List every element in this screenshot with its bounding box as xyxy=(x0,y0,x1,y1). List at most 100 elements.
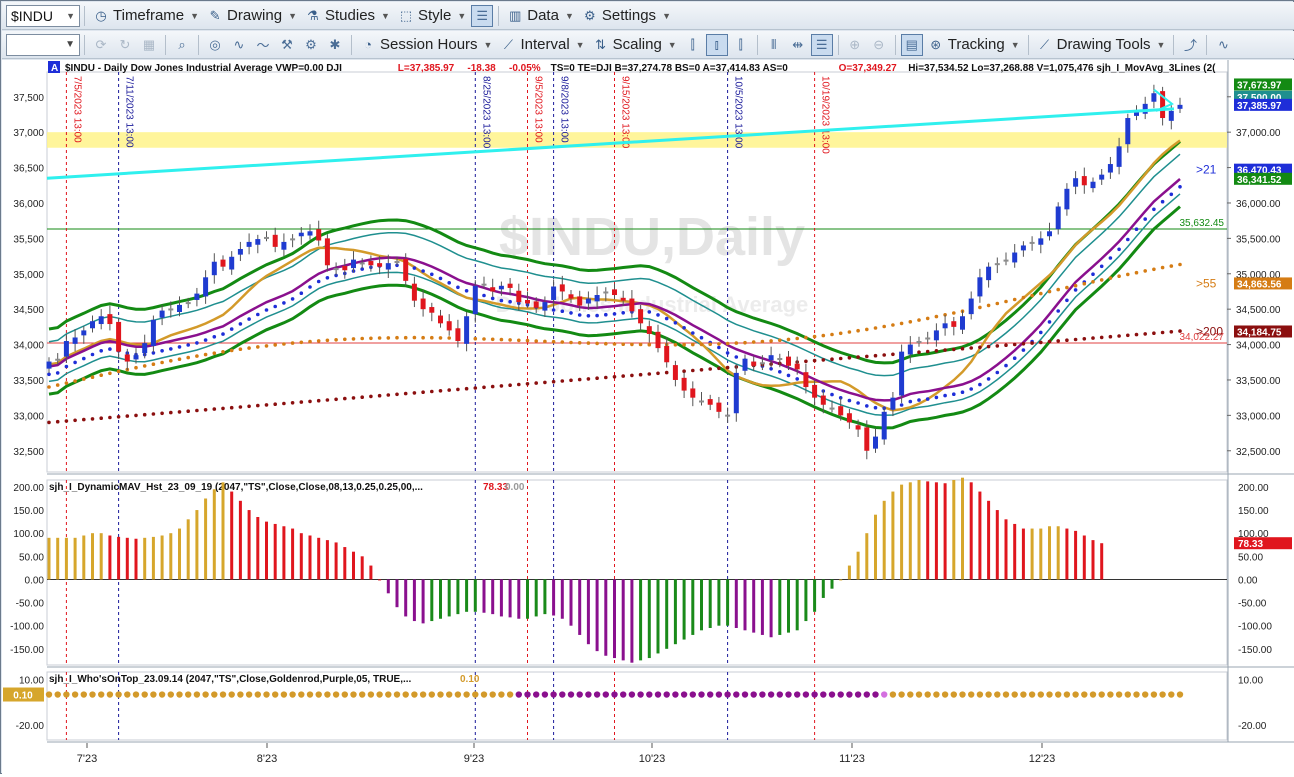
candle-body xyxy=(1090,181,1096,189)
whos-on-top-dot xyxy=(941,691,949,698)
ma200-dot xyxy=(586,377,591,381)
trendline-icon[interactable]: ⤴ xyxy=(1179,34,1201,56)
compass-icon[interactable]: ◎ xyxy=(204,34,226,56)
ma200-dot xyxy=(421,390,425,395)
ma200-dot xyxy=(316,398,321,403)
candle-body xyxy=(290,238,296,241)
tools-icon[interactable]: ⚒ xyxy=(276,34,298,56)
whos-on-top-dot xyxy=(907,691,914,698)
format-icon[interactable]: ⚙ xyxy=(300,34,322,56)
layout-icon[interactable]: ☰ xyxy=(810,33,833,56)
candle-body xyxy=(1003,259,1009,262)
ma200-dot xyxy=(212,407,217,411)
ma55-dot xyxy=(334,338,338,342)
candle-body xyxy=(403,258,409,281)
bar-chart-icon[interactable]: ⫿ xyxy=(682,34,704,56)
data-window-icon[interactable]: ▤ xyxy=(900,33,923,56)
chart-area[interactable]: $INDU,Daily Dow Jones Industrial Average 3… xyxy=(2,60,1294,774)
interval-menu[interactable]: ⟋ Interval ▼ xyxy=(496,33,588,57)
symbol-text: $INDU xyxy=(11,7,54,24)
bars-icon[interactable]: ⦀ xyxy=(763,34,785,56)
ma200-dot xyxy=(1056,339,1060,343)
ma21-dot xyxy=(499,298,504,303)
candle-body xyxy=(855,425,861,430)
candle-body xyxy=(681,377,687,391)
studies-menu[interactable]: ⚗ Studies ▼ xyxy=(301,4,394,28)
axis-value-label: 34,863.56 xyxy=(1237,279,1282,290)
scaling-menu[interactable]: ⇅ Scaling ▼ xyxy=(589,33,681,57)
data-menu[interactable]: ▥ Data ▼ xyxy=(503,4,578,28)
hist-tick: 50.00 xyxy=(1238,552,1263,563)
whos-on-top-dot xyxy=(1046,691,1053,698)
ma200-dot xyxy=(691,368,695,373)
whos-on-top-dot xyxy=(446,691,453,698)
spacing-icon[interactable]: ⇹ xyxy=(787,34,809,56)
histogram-bar xyxy=(969,482,973,580)
ma200-dot xyxy=(203,408,208,412)
ma200-dot xyxy=(1108,334,1113,339)
hollow-candle-icon[interactable]: ⫿ xyxy=(730,34,752,56)
hist-tick-left: -150.00 xyxy=(10,645,44,656)
y-tick-label-left: 33,000 xyxy=(13,411,44,422)
candle-body xyxy=(168,308,174,311)
ma200-dot xyxy=(116,415,121,419)
ma55-dot xyxy=(1126,272,1130,277)
drawing-menu[interactable]: ✎ Drawing ▼ xyxy=(203,4,301,28)
whos-on-top-dot xyxy=(959,691,966,698)
settings-alt-icon[interactable]: ✱ xyxy=(324,34,346,56)
panel-toggle-icon[interactable]: ☰ xyxy=(471,4,494,27)
refresh-icon[interactable]: ⟳ xyxy=(90,34,112,56)
candle-body xyxy=(272,234,278,247)
whos-on-top-dot xyxy=(472,691,479,698)
ma55-dot xyxy=(917,318,921,322)
zoom-in-icon[interactable]: ⊕ xyxy=(844,34,866,56)
chart-svg[interactable]: $INDU,DailyDow Jones Industrial Average3… xyxy=(2,60,1294,774)
ma21-dot xyxy=(934,395,939,400)
whos-on-top-dot xyxy=(663,691,670,698)
tracking-menu[interactable]: ⊛ Tracking ▼ xyxy=(924,33,1024,57)
reload-icon[interactable]: ↻ xyxy=(114,34,136,56)
whos-on-top-dot xyxy=(863,691,870,698)
timeframe-menu[interactable]: ◷ Timeframe ▼ xyxy=(89,4,203,28)
analysis-icon[interactable]: ∿ xyxy=(1212,34,1234,56)
candlestick-icon[interactable]: ⫾ xyxy=(705,33,728,56)
whos-on-top-dot xyxy=(1107,691,1114,698)
ma21-dot xyxy=(482,293,486,298)
clock-icon: ◷ xyxy=(95,7,107,23)
histogram-bar xyxy=(82,535,86,580)
style-menu[interactable]: ⬚ Style ▼ xyxy=(394,4,470,28)
session-hours-menu[interactable]: ◔ Session Hours ▼ xyxy=(356,33,496,57)
histogram-bar xyxy=(830,579,834,589)
grid-icon[interactable]: ▦ xyxy=(138,34,160,56)
whos-on-top-dot xyxy=(898,691,905,698)
ma55-dot xyxy=(221,350,225,354)
ma21-dot xyxy=(160,349,164,353)
ma200-dot xyxy=(186,409,190,414)
ma200-dot xyxy=(99,416,103,421)
interval-input[interactable]: ▼ xyxy=(6,33,80,56)
ma55-dot xyxy=(430,335,434,340)
whos-on-top-dot xyxy=(707,691,714,698)
zoom-out-icon[interactable]: ⊖ xyxy=(868,34,890,56)
ma200-dot xyxy=(299,400,304,404)
drawing-tools-menu[interactable]: ⟋ Drawing Tools ▼ xyxy=(1033,33,1170,57)
ma200-dot xyxy=(160,411,164,416)
settings-menu[interactable]: ⚙ Settings ▼ xyxy=(578,4,675,28)
ma21-dot xyxy=(203,338,208,342)
zoom-search-icon[interactable]: ⌕ xyxy=(171,34,193,56)
ma55-dot xyxy=(838,331,843,336)
candle-body xyxy=(1125,118,1131,145)
symbol-selector[interactable]: $INDU ▼ xyxy=(6,4,80,27)
line-tool-icon[interactable]: ∿ xyxy=(228,34,250,56)
ma200-dot xyxy=(412,391,417,395)
histogram-bar xyxy=(639,579,643,661)
whos-on-top-dot xyxy=(272,691,279,698)
ma200-dot xyxy=(986,344,991,349)
wave-tool-icon[interactable]: 〜 xyxy=(252,34,274,56)
candle-body xyxy=(1064,188,1070,210)
histogram-bar xyxy=(874,514,877,580)
whos-on-top-dot xyxy=(794,691,801,698)
whos-on-top-dot xyxy=(846,691,853,698)
whos-on-top-dot xyxy=(332,691,340,698)
histogram-bar xyxy=(238,500,242,580)
